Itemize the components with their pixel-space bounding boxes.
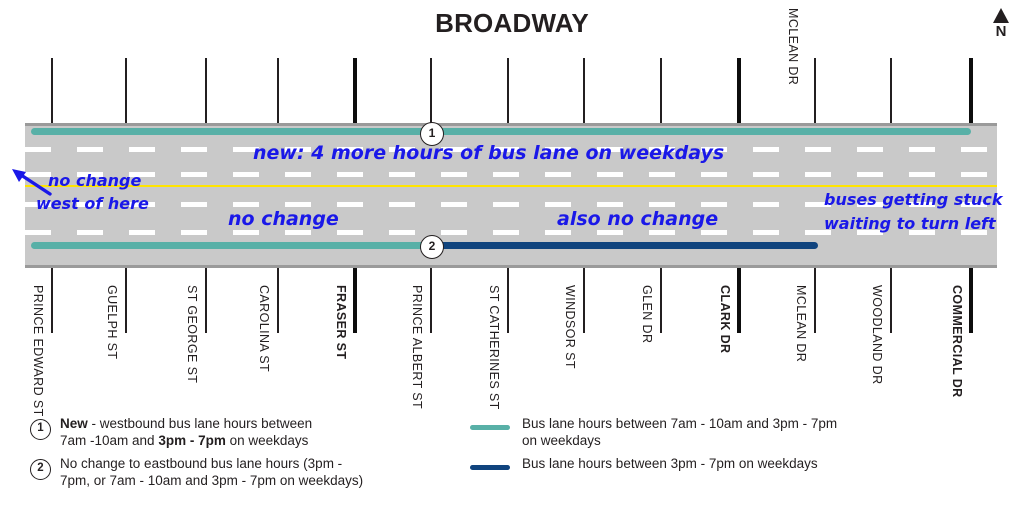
cross-street-tick-south-12 [969, 268, 973, 333]
street-label-guelph-st: GUELPH ST [105, 285, 119, 360]
street-label-st-george-st: ST GEORGE ST [185, 285, 199, 384]
legend-entry-2-rest: No change to eastbound bus lane hours (3… [60, 456, 343, 471]
legend-entry-1-line2b: on weekdays [225, 432, 309, 448]
cross-street-tick-south-6 [507, 268, 509, 333]
legend-entry-1-bold: New [60, 416, 88, 431]
north-label: N [995, 23, 1007, 40]
annotation-no-change-west-line1: no change [48, 171, 142, 190]
legend-swatch-navy [470, 465, 510, 470]
cross-street-tick-south-0 [51, 268, 53, 333]
road-centerline [25, 185, 997, 187]
north-arrow-triangle [993, 8, 1009, 23]
cross-street-tick-south-3 [277, 268, 279, 333]
cross-street-tick-south-11 [890, 268, 892, 333]
street-label-mclean-dr: MCLEAN DR [794, 285, 808, 363]
cross-street-tick-north-6 [507, 58, 509, 123]
cross-street-tick-south-8 [660, 268, 662, 333]
legend-entry-1-text: New - westbound bus lane hours between 7… [60, 416, 390, 449]
legend-entry-2-text: No change to eastbound bus lane hours (3… [60, 456, 400, 489]
street-label-prince-albert-st: PRINCE ALBERT ST [410, 285, 424, 410]
legend-swatch-teal-line2: on weekdays [522, 432, 601, 448]
legend-marker-2: 2 [30, 459, 51, 480]
street-label-mclean-dr-north: MCLEAN DR [786, 8, 800, 86]
street-diagram: BROADWAY N PRINCE EDWARD ST GUELPH ST ST G… [0, 0, 1024, 506]
map-marker-2[interactable]: 2 [420, 235, 444, 259]
cross-street-tick-north-2 [205, 58, 207, 123]
street-label-woodland-dr: WOODLAND DR [870, 285, 884, 385]
cross-street-tick-south-5 [430, 268, 432, 333]
cross-street-tick-north-7 [583, 58, 585, 123]
annotation-also-no-change: also no change [557, 208, 719, 230]
street-label-carolina-st: CAROLINA ST [257, 285, 271, 373]
legend-entry-1-line2a: 7am -10am and [60, 432, 159, 448]
legend-entry-1-line2-bold: 3pm - 7pm [158, 432, 226, 448]
cross-street-tick-north-11 [890, 58, 892, 123]
legend-swatch-teal [470, 425, 510, 430]
bus-lane-eastbound-teal [31, 242, 431, 249]
annotation-buses-stuck-line2: waiting to turn left [824, 214, 996, 233]
legend-swatch-navy-line1: Bus lane hours between 3pm - 7pm on week… [522, 456, 818, 471]
street-label-glen-dr: GLEN DR [640, 285, 654, 344]
road-edge-south [25, 265, 997, 268]
street-label-st-catherines-st: ST CATHERINES ST [487, 285, 501, 410]
annotation-no-change: no change [228, 208, 339, 230]
street-label-prince-edward-st: PRINCE EDWARD ST [31, 285, 45, 417]
cross-street-tick-north-5 [430, 58, 432, 123]
legend-marker-1: 1 [30, 419, 51, 440]
annotation-buses-stuck-line1: buses getting stuck [824, 190, 1003, 209]
legend-swatch-navy-text: Bus lane hours between 3pm - 7pm on week… [522, 456, 942, 473]
lane-dash-row-2 [25, 172, 997, 177]
west-direction-arrow-icon [12, 169, 52, 196]
legend-entry-1-rest: - westbound bus lane hours between [87, 416, 313, 431]
road-edge-north [25, 123, 997, 126]
north-arrow-icon: N [988, 8, 1014, 39]
legend: 1 New - westbound bus lane hours between… [0, 412, 1024, 506]
legend-swatch-teal-line1: Bus lane hours between 7am - 10am and 3p… [522, 416, 838, 431]
cross-street-tick-north-10 [814, 58, 816, 123]
cross-street-tick-south-10 [814, 268, 816, 333]
cross-street-tick-north-9 [737, 58, 741, 123]
bus-lane-eastbound-navy [431, 242, 818, 249]
cross-street-tick-south-9 [737, 268, 741, 333]
cross-street-tick-south-4 [353, 268, 357, 333]
cross-street-tick-north-3 [277, 58, 279, 123]
legend-swatch-teal-text: Bus lane hours between 7am - 10am and 3p… [522, 416, 942, 449]
street-label-fraser-st: FRASER ST [334, 285, 348, 360]
street-label-commercial-dr: COMMERCIAL DR [950, 285, 964, 398]
street-label-windsor-st: WINDSOR ST [563, 285, 577, 369]
cross-street-tick-south-7 [583, 268, 585, 333]
bus-lane-westbound-teal [31, 128, 971, 135]
page-title: BROADWAY [435, 8, 589, 38]
cross-street-tick-south-2 [205, 268, 207, 333]
cross-street-tick-south-1 [125, 268, 127, 333]
cross-street-tick-north-0 [51, 58, 53, 123]
cross-street-tick-north-8 [660, 58, 662, 123]
cross-street-tick-north-4 [353, 58, 357, 123]
cross-street-tick-north-12 [969, 58, 973, 123]
annotation-westbound-new: new: 4 more hours of bus lane on weekday… [253, 142, 725, 164]
street-label-clark-dr: CLARK DR [718, 285, 732, 354]
legend-entry-2-line2a: 7pm, or 7am - 10am and 3pm - 7pm on week… [60, 472, 364, 488]
cross-street-tick-north-1 [125, 58, 127, 123]
